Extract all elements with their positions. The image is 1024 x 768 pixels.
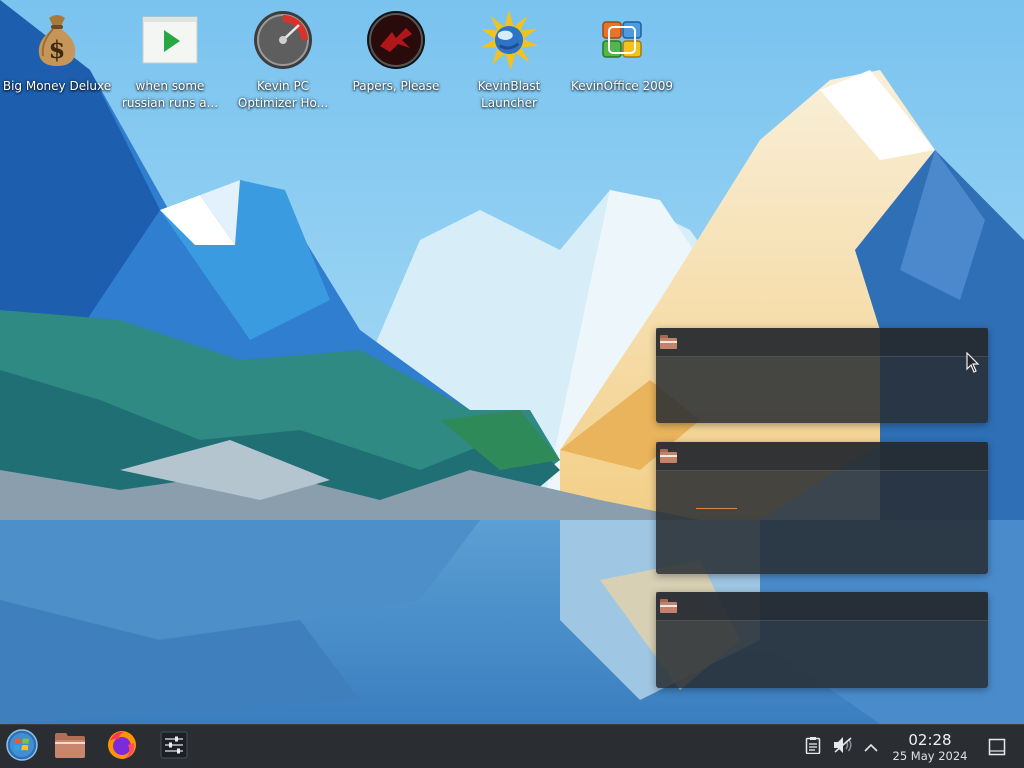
sun-globe-icon [479, 10, 539, 70]
tray-expand-button[interactable] [861, 737, 881, 757]
folder-icon [660, 449, 677, 463]
taskbar-firefox-button[interactable] [104, 729, 140, 765]
desktop-icon-label: Papers, Please [352, 79, 440, 93]
desktop-icon-label: KevinOffice 2009 [570, 79, 674, 93]
desktop-icon-label: Kevin PC Optimizer Ho... [237, 79, 329, 110]
clock-time: 02:28 [908, 731, 952, 749]
office-logo-icon [592, 10, 652, 70]
popup-titlebar[interactable] [656, 328, 988, 357]
popup-titlebar[interactable] [656, 442, 988, 471]
speedometer-icon [253, 10, 313, 70]
desktop-icon-label: Big Money Deluxe [2, 79, 112, 93]
folder-icon [660, 335, 677, 349]
chevron-up-icon [863, 738, 879, 757]
firefox-icon [106, 729, 138, 765]
video-window-icon [140, 10, 200, 70]
mouse-cursor-icon [966, 351, 980, 374]
taskbar-file-manager-button[interactable] [52, 729, 88, 765]
popup-titlebar[interactable] [656, 592, 988, 621]
desktop-icon-kevin-pc-optimizer[interactable]: Kevin PC Optimizer Ho... [228, 10, 338, 116]
clipboard-icon [805, 736, 821, 758]
start-menu-button[interactable] [4, 729, 40, 765]
tray-volume-button[interactable] [833, 737, 853, 757]
speaker-muted-icon [833, 736, 853, 758]
taskbar-mixer-button[interactable] [156, 729, 192, 765]
desktop-icon-papers-please[interactable]: Papers, Please [341, 10, 451, 116]
desktop-icon-label: KevinBlast Launcher [477, 79, 541, 110]
desktop-icon-label: when some russian runs a... [121, 79, 219, 110]
clock-date: 25 May 2024 [892, 749, 968, 763]
digital-clock[interactable]: 02:28 25 May 2024 [884, 731, 976, 763]
show-desktop-button[interactable] [988, 738, 1006, 756]
show-desktop-icon [988, 738, 1006, 760]
desktop-icon-grid: $ Big Money Deluxe when some russian run… [0, 0, 1024, 120]
popup-window-3[interactable] [656, 592, 988, 688]
popup-window-2[interactable] [656, 442, 988, 574]
money-bag-icon: $ [27, 10, 87, 70]
progress-line [696, 508, 737, 509]
emblem-icon [366, 10, 426, 70]
tray-clipboard-button[interactable] [803, 737, 823, 757]
taskbar: 02:28 25 May 2024 [0, 724, 1024, 768]
desktop-icon-kevinoffice-2009[interactable]: KevinOffice 2009 [567, 10, 677, 116]
windows-start-orb-icon [6, 729, 38, 765]
folder-icon [660, 599, 677, 613]
desktop-icon-when-some-russian-runs[interactable]: when some russian runs a... [115, 10, 225, 116]
mixer-settings-icon [160, 731, 188, 763]
popup-window-1[interactable] [656, 328, 988, 423]
svg-text:$: $ [49, 35, 66, 64]
desktop-icon-kevinblast-launcher[interactable]: KevinBlast Launcher [454, 10, 564, 116]
desktop-icon-big-money-deluxe[interactable]: $ Big Money Deluxe [2, 10, 112, 116]
file-manager-icon [54, 731, 86, 763]
